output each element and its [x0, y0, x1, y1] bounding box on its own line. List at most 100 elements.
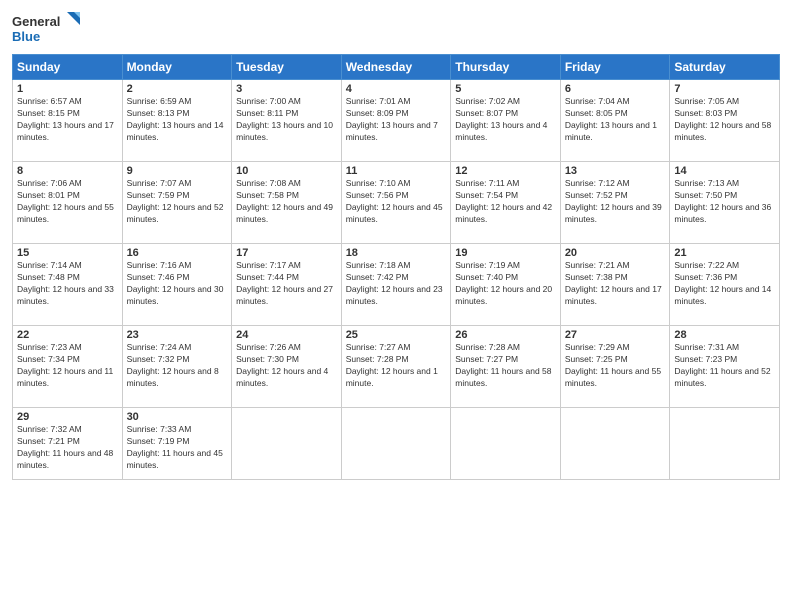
logo-svg: General Blue	[12, 10, 82, 48]
calendar-cell: 21Sunrise: 7:22 AM Sunset: 7:36 PM Dayli…	[670, 244, 780, 326]
day-info: Sunrise: 7:29 AM Sunset: 7:25 PM Dayligh…	[565, 342, 666, 390]
day-info: Sunrise: 7:27 AM Sunset: 7:28 PM Dayligh…	[346, 342, 447, 390]
day-info: Sunrise: 7:33 AM Sunset: 7:19 PM Dayligh…	[127, 424, 228, 472]
day-info: Sunrise: 7:22 AM Sunset: 7:36 PM Dayligh…	[674, 260, 775, 308]
day-info: Sunrise: 7:00 AM Sunset: 8:11 PM Dayligh…	[236, 96, 337, 144]
calendar-cell: 18Sunrise: 7:18 AM Sunset: 7:42 PM Dayli…	[341, 244, 451, 326]
day-info: Sunrise: 7:13 AM Sunset: 7:50 PM Dayligh…	[674, 178, 775, 226]
day-number: 12	[455, 165, 556, 177]
calendar-cell: 28Sunrise: 7:31 AM Sunset: 7:23 PM Dayli…	[670, 326, 780, 408]
day-number: 16	[127, 247, 228, 259]
day-number: 24	[236, 329, 337, 341]
day-info: Sunrise: 7:08 AM Sunset: 7:58 PM Dayligh…	[236, 178, 337, 226]
day-number: 14	[674, 165, 775, 177]
day-number: 11	[346, 165, 447, 177]
calendar-week-row: 15Sunrise: 7:14 AM Sunset: 7:48 PM Dayli…	[13, 244, 780, 326]
day-info: Sunrise: 7:11 AM Sunset: 7:54 PM Dayligh…	[455, 178, 556, 226]
day-info: Sunrise: 7:02 AM Sunset: 8:07 PM Dayligh…	[455, 96, 556, 144]
calendar-cell: 24Sunrise: 7:26 AM Sunset: 7:30 PM Dayli…	[232, 326, 342, 408]
day-info: Sunrise: 7:17 AM Sunset: 7:44 PM Dayligh…	[236, 260, 337, 308]
day-info: Sunrise: 7:24 AM Sunset: 7:32 PM Dayligh…	[127, 342, 228, 390]
calendar-cell	[341, 408, 451, 480]
calendar-cell: 17Sunrise: 7:17 AM Sunset: 7:44 PM Dayli…	[232, 244, 342, 326]
day-number: 10	[236, 165, 337, 177]
calendar-cell: 4Sunrise: 7:01 AM Sunset: 8:09 PM Daylig…	[341, 80, 451, 162]
day-info: Sunrise: 7:21 AM Sunset: 7:38 PM Dayligh…	[565, 260, 666, 308]
calendar-cell: 8Sunrise: 7:06 AM Sunset: 8:01 PM Daylig…	[13, 162, 123, 244]
day-info: Sunrise: 7:06 AM Sunset: 8:01 PM Dayligh…	[17, 178, 118, 226]
day-number: 8	[17, 165, 118, 177]
day-number: 7	[674, 83, 775, 95]
calendar-cell: 25Sunrise: 7:27 AM Sunset: 7:28 PM Dayli…	[341, 326, 451, 408]
day-number: 18	[346, 247, 447, 259]
day-info: Sunrise: 7:18 AM Sunset: 7:42 PM Dayligh…	[346, 260, 447, 308]
calendar-cell: 19Sunrise: 7:19 AM Sunset: 7:40 PM Dayli…	[451, 244, 561, 326]
day-number: 9	[127, 165, 228, 177]
calendar-cell: 29Sunrise: 7:32 AM Sunset: 7:21 PM Dayli…	[13, 408, 123, 480]
day-info: Sunrise: 7:26 AM Sunset: 7:30 PM Dayligh…	[236, 342, 337, 390]
calendar-cell: 10Sunrise: 7:08 AM Sunset: 7:58 PM Dayli…	[232, 162, 342, 244]
weekday-header: Saturday	[670, 55, 780, 80]
day-number: 22	[17, 329, 118, 341]
day-number: 5	[455, 83, 556, 95]
calendar-cell: 15Sunrise: 7:14 AM Sunset: 7:48 PM Dayli…	[13, 244, 123, 326]
calendar-cell: 2Sunrise: 6:59 AM Sunset: 8:13 PM Daylig…	[122, 80, 232, 162]
day-info: Sunrise: 7:31 AM Sunset: 7:23 PM Dayligh…	[674, 342, 775, 390]
day-info: Sunrise: 7:16 AM Sunset: 7:46 PM Dayligh…	[127, 260, 228, 308]
calendar-cell: 20Sunrise: 7:21 AM Sunset: 7:38 PM Dayli…	[560, 244, 670, 326]
day-number: 26	[455, 329, 556, 341]
calendar-cell: 12Sunrise: 7:11 AM Sunset: 7:54 PM Dayli…	[451, 162, 561, 244]
day-number: 6	[565, 83, 666, 95]
weekday-header: Sunday	[13, 55, 123, 80]
calendar-cell	[232, 408, 342, 480]
calendar-cell: 3Sunrise: 7:00 AM Sunset: 8:11 PM Daylig…	[232, 80, 342, 162]
day-number: 13	[565, 165, 666, 177]
day-number: 28	[674, 329, 775, 341]
day-number: 23	[127, 329, 228, 341]
day-number: 1	[17, 83, 118, 95]
day-number: 2	[127, 83, 228, 95]
calendar-cell: 22Sunrise: 7:23 AM Sunset: 7:34 PM Dayli…	[13, 326, 123, 408]
calendar-cell	[560, 408, 670, 480]
day-number: 29	[17, 411, 118, 423]
weekday-header: Thursday	[451, 55, 561, 80]
day-info: Sunrise: 7:10 AM Sunset: 7:56 PM Dayligh…	[346, 178, 447, 226]
day-info: Sunrise: 7:23 AM Sunset: 7:34 PM Dayligh…	[17, 342, 118, 390]
logo: General Blue	[12, 10, 82, 48]
calendar-cell	[451, 408, 561, 480]
day-info: Sunrise: 7:14 AM Sunset: 7:48 PM Dayligh…	[17, 260, 118, 308]
day-info: Sunrise: 7:04 AM Sunset: 8:05 PM Dayligh…	[565, 96, 666, 144]
day-number: 19	[455, 247, 556, 259]
svg-text:Blue: Blue	[12, 29, 40, 44]
calendar-cell: 7Sunrise: 7:05 AM Sunset: 8:03 PM Daylig…	[670, 80, 780, 162]
calendar-cell: 9Sunrise: 7:07 AM Sunset: 7:59 PM Daylig…	[122, 162, 232, 244]
calendar-cell: 6Sunrise: 7:04 AM Sunset: 8:05 PM Daylig…	[560, 80, 670, 162]
weekday-header: Wednesday	[341, 55, 451, 80]
weekday-header: Tuesday	[232, 55, 342, 80]
day-info: Sunrise: 6:57 AM Sunset: 8:15 PM Dayligh…	[17, 96, 118, 144]
calendar-cell: 11Sunrise: 7:10 AM Sunset: 7:56 PM Dayli…	[341, 162, 451, 244]
day-number: 3	[236, 83, 337, 95]
weekday-header: Monday	[122, 55, 232, 80]
calendar-cell: 13Sunrise: 7:12 AM Sunset: 7:52 PM Dayli…	[560, 162, 670, 244]
day-info: Sunrise: 7:07 AM Sunset: 7:59 PM Dayligh…	[127, 178, 228, 226]
day-info: Sunrise: 7:12 AM Sunset: 7:52 PM Dayligh…	[565, 178, 666, 226]
svg-text:General: General	[12, 14, 60, 29]
weekday-header: Friday	[560, 55, 670, 80]
day-number: 30	[127, 411, 228, 423]
calendar-cell	[670, 408, 780, 480]
calendar-week-row: 22Sunrise: 7:23 AM Sunset: 7:34 PM Dayli…	[13, 326, 780, 408]
calendar-header-row: SundayMondayTuesdayWednesdayThursdayFrid…	[13, 55, 780, 80]
day-info: Sunrise: 7:19 AM Sunset: 7:40 PM Dayligh…	[455, 260, 556, 308]
day-number: 17	[236, 247, 337, 259]
day-number: 21	[674, 247, 775, 259]
calendar-cell: 1Sunrise: 6:57 AM Sunset: 8:15 PM Daylig…	[13, 80, 123, 162]
day-info: Sunrise: 7:01 AM Sunset: 8:09 PM Dayligh…	[346, 96, 447, 144]
day-number: 20	[565, 247, 666, 259]
day-number: 27	[565, 329, 666, 341]
day-info: Sunrise: 6:59 AM Sunset: 8:13 PM Dayligh…	[127, 96, 228, 144]
calendar-cell: 23Sunrise: 7:24 AM Sunset: 7:32 PM Dayli…	[122, 326, 232, 408]
calendar-cell: 26Sunrise: 7:28 AM Sunset: 7:27 PM Dayli…	[451, 326, 561, 408]
calendar-cell: 16Sunrise: 7:16 AM Sunset: 7:46 PM Dayli…	[122, 244, 232, 326]
calendar-table: SundayMondayTuesdayWednesdayThursdayFrid…	[12, 54, 780, 480]
